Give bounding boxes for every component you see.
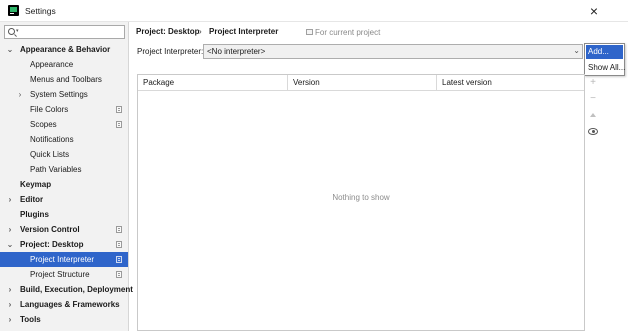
show-early-releases-eye-icon[interactable] xyxy=(588,128,598,135)
chevron-down-icon[interactable]: ⌄ xyxy=(6,237,14,252)
project-level-icon xyxy=(116,226,122,233)
window-title: Settings xyxy=(25,6,56,16)
breadcrumb-chevron-icon: › xyxy=(199,27,202,36)
project-interpreter-label: Project Interpreter: xyxy=(137,47,204,56)
sidebar-item-label: Keymap xyxy=(20,180,52,189)
sidebar-item-label: Scopes xyxy=(30,120,57,129)
close-window-button[interactable]: × xyxy=(585,2,603,20)
sidebar-item-appearance-behavior[interactable]: ⌄ Appearance & Behavior xyxy=(0,42,128,57)
search-icon xyxy=(8,28,15,35)
column-header-package[interactable]: Package xyxy=(138,75,288,91)
sidebar-item-plugins[interactable]: Plugins xyxy=(0,207,128,222)
sidebar-item-label: File Colors xyxy=(30,105,69,114)
chevron-right-icon[interactable]: › xyxy=(6,297,14,312)
pycharm-app-icon xyxy=(8,5,19,16)
title-bar: Settings × xyxy=(0,0,628,22)
menu-item-add[interactable]: Add... xyxy=(586,45,623,59)
sidebar-item-label: Appearance & Behavior xyxy=(20,45,111,54)
sidebar-item-label: Menus and Toolbars xyxy=(30,75,102,84)
sidebar-item-label: Version Control xyxy=(20,225,80,234)
sidebar-item-keymap[interactable]: Keymap xyxy=(0,177,128,192)
sidebar-item-build-execution-deployment[interactable]: › Build, Execution, Deployment xyxy=(0,282,133,297)
settings-search-input[interactable] xyxy=(21,27,121,37)
for-current-project-note: For current project xyxy=(315,28,381,37)
interpreter-options-menu: Add... Show All... xyxy=(584,43,625,76)
project-level-icon xyxy=(116,106,122,113)
sidebar-item-appearance[interactable]: Appearance xyxy=(0,57,128,72)
add-package-button[interactable]: + xyxy=(587,77,599,89)
sidebar-item-label: Project Interpreter xyxy=(30,255,95,264)
sidebar-item-scopes[interactable]: Scopes xyxy=(0,117,128,132)
settings-search-box[interactable]: ▾ xyxy=(4,25,125,39)
sidebar-item-label: Editor xyxy=(20,195,44,204)
project-interpreter-select[interactable]: <No interpreter> ⌄ xyxy=(203,44,583,59)
chevron-right-icon[interactable]: › xyxy=(6,312,14,327)
breadcrumb-current: Project Interpreter xyxy=(209,27,279,36)
upgrade-package-icon[interactable] xyxy=(590,113,596,117)
sidebar-item-notifications[interactable]: Notifications xyxy=(0,132,128,147)
sidebar-item-path-variables[interactable]: Path Variables xyxy=(0,162,128,177)
empty-table-message: Nothing to show xyxy=(332,193,390,202)
sidebar-item-languages-frameworks[interactable]: › Languages & Frameworks xyxy=(0,297,128,312)
sidebar-item-label: Build, Execution, Deployment xyxy=(20,285,133,294)
sidebar-item-file-colors[interactable]: File Colors xyxy=(0,102,128,117)
sidebar-item-project-interpreter[interactable]: Project Interpreter xyxy=(0,252,128,267)
sidebar-item-label: System Settings xyxy=(30,90,88,99)
packages-table: Package Version Latest version Nothing t… xyxy=(137,74,585,331)
chevron-down-icon: ⌄ xyxy=(573,46,580,55)
menu-item-show-all[interactable]: Show All... xyxy=(586,61,625,75)
column-header-latest-version[interactable]: Latest version xyxy=(437,75,584,91)
breadcrumb-parent: Project: Desktop xyxy=(136,27,200,36)
settings-sidebar: ▾ ⌄ Appearance & Behavior Appearance Menus … xyxy=(0,22,133,331)
project-level-icon xyxy=(116,256,122,263)
project-level-icon xyxy=(116,271,122,278)
search-dropdown-icon[interactable]: ▾ xyxy=(16,26,19,36)
sidebar-item-label: Languages & Frameworks xyxy=(20,300,120,309)
sidebar-item-quick-lists[interactable]: Quick Lists xyxy=(0,147,128,162)
chevron-right-icon[interactable]: › xyxy=(16,87,24,102)
chevron-right-icon[interactable]: › xyxy=(6,192,14,207)
project-interpreter-value: <No interpreter> xyxy=(207,47,266,56)
project-level-icon xyxy=(116,121,122,128)
chevron-down-icon[interactable]: ⌄ xyxy=(6,42,14,57)
sidebar-item-label: Quick Lists xyxy=(30,150,70,159)
sidebar-item-project-desktop[interactable]: ⌄ Project: Desktop xyxy=(0,237,128,252)
project-scope-icon xyxy=(306,29,313,35)
chevron-right-icon[interactable]: › xyxy=(6,222,14,237)
remove-package-button[interactable]: − xyxy=(587,93,599,105)
sidebar-item-version-control[interactable]: › Version Control xyxy=(0,222,128,237)
sidebar-item-label: Appearance xyxy=(30,60,74,69)
sidebar-item-editor[interactable]: › Editor xyxy=(0,192,128,207)
chevron-right-icon[interactable]: › xyxy=(6,282,14,297)
sidebar-item-label: Plugins xyxy=(20,210,49,219)
packages-table-header: Package Version Latest version xyxy=(138,75,584,91)
sidebar-item-label: Path Variables xyxy=(30,165,82,174)
column-header-version[interactable]: Version xyxy=(288,75,437,91)
sidebar-item-tools[interactable]: › Tools xyxy=(0,312,128,327)
sidebar-item-label: Notifications xyxy=(30,135,74,144)
sidebar-item-menus-and-toolbars[interactable]: Menus and Toolbars xyxy=(0,72,128,87)
sidebar-item-label: Tools xyxy=(20,315,41,324)
sidebar-item-label: Project: Desktop xyxy=(20,240,84,249)
sidebar-item-project-structure[interactable]: Project Structure xyxy=(0,267,128,282)
sidebar-item-system-settings[interactable]: › System Settings xyxy=(0,87,128,102)
sidebar-item-label: Project Structure xyxy=(30,270,90,279)
project-level-icon xyxy=(116,241,122,248)
